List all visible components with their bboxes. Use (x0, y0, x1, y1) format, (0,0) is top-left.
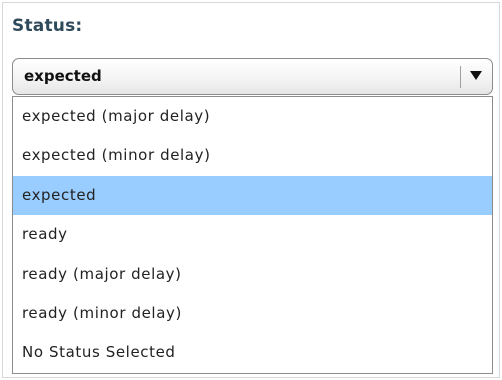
status-options-list: expected (major delay) expected (minor d… (12, 96, 493, 374)
chevron-down-icon (470, 71, 482, 80)
status-option[interactable]: No Status Selected (13, 333, 492, 372)
status-option[interactable]: expected (major delay) (13, 97, 492, 136)
status-option-selected[interactable]: expected (13, 175, 492, 216)
status-option[interactable]: ready (13, 215, 492, 254)
status-label: Status: (12, 16, 83, 36)
status-select[interactable]: expected (12, 58, 493, 95)
status-field-panel: Status: expected expected (major delay) … (2, 2, 500, 378)
status-option[interactable]: ready (minor delay) (13, 294, 492, 333)
status-option[interactable]: expected (minor delay) (13, 136, 492, 175)
status-select-value: expected (24, 67, 102, 85)
status-option[interactable]: ready (major delay) (13, 255, 492, 294)
dropdown-toggle-button[interactable] (461, 59, 493, 94)
